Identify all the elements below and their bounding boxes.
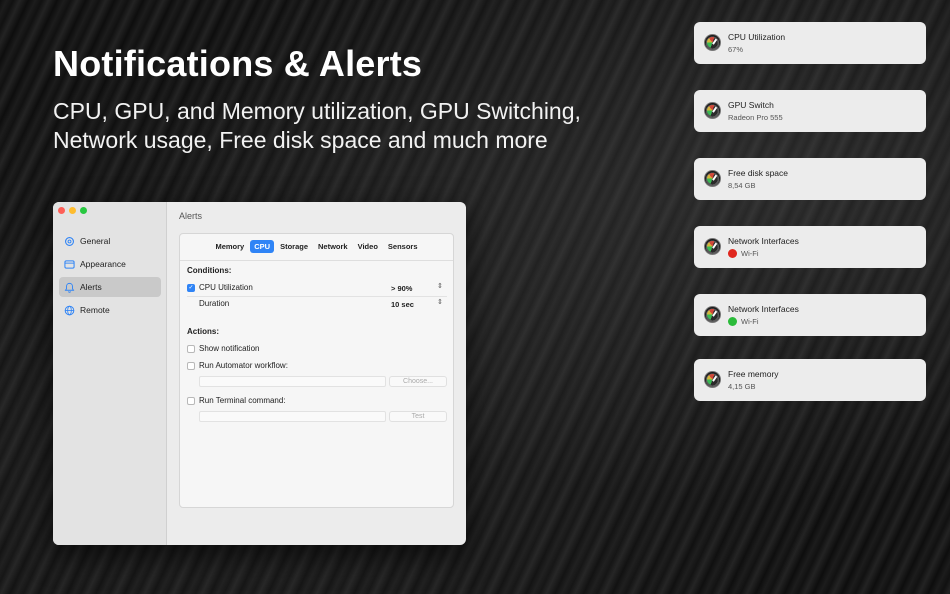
notification-value: Wi-Fi [728, 249, 759, 258]
notification-title: GPU Switch [728, 100, 774, 110]
notification-value-text: 4,15 GB [728, 382, 756, 391]
alerts-panel: Memory CPU Storage Network Video Sensors… [179, 233, 454, 508]
tab-video[interactable]: Video [354, 240, 382, 253]
cpu-utilization-label: CPU Utilization [199, 283, 253, 292]
sidebar-item-appearance[interactable]: Appearance [59, 254, 161, 274]
status-green-dot-icon [728, 317, 737, 326]
duration-stepper[interactable]: ⇕ [437, 298, 443, 306]
gauge-icon [704, 371, 721, 388]
hero-subtitle: CPU, GPU, and Memory utilization, GPU Sw… [53, 98, 581, 153]
category-tabs: Memory CPU Storage Network Video Sensors [180, 240, 453, 253]
appearance-icon [64, 259, 75, 269]
notification-value-text: Wi-Fi [741, 317, 759, 326]
tab-memory[interactable]: Memory [211, 240, 248, 253]
show-notification-checkbox[interactable] [187, 344, 195, 353]
zoom-button[interactable] [80, 207, 87, 214]
notification-free-disk-space[interactable]: Free disk space 8,54 GB [694, 158, 926, 200]
notification-value: 8,54 GB [728, 181, 756, 190]
bell-icon [64, 282, 75, 293]
hero-title: Notifications & Alerts [53, 43, 423, 84]
run-automator-checkbox[interactable] [187, 361, 195, 370]
notification-value-text: Wi-Fi [741, 249, 759, 258]
notification-value: Wi-Fi [728, 317, 759, 326]
show-notification-row[interactable]: Show notification [187, 344, 259, 353]
cpu-threshold-stepper[interactable]: ⇕ [437, 282, 443, 290]
status-red-dot-icon [728, 249, 737, 258]
cpu-utilization-row[interactable]: ✓ CPU Utilization [187, 283, 253, 292]
gauge-icon [704, 34, 721, 51]
notification-title: Network Interfaces [728, 236, 799, 246]
actions-heading: Actions: [187, 327, 219, 336]
run-terminal-label: Run Terminal command: [199, 396, 286, 405]
sidebar-item-general[interactable]: General [59, 231, 161, 251]
notification-free-memory[interactable]: Free memory 4,15 GB [694, 359, 926, 401]
cpu-utilization-checkbox[interactable]: ✓ [187, 283, 195, 292]
sidebar: General Appearance Alerts Remote [53, 202, 167, 545]
notification-value: 4,15 GB [728, 382, 756, 391]
notification-title: Free disk space [728, 168, 788, 178]
conditions-heading: Conditions: [187, 266, 232, 275]
duration-label: Duration [199, 299, 230, 308]
notification-network-up[interactable]: Network Interfaces Wi-Fi [694, 294, 926, 336]
run-terminal-checkbox[interactable] [187, 396, 195, 405]
sidebar-item-remote[interactable]: Remote [59, 300, 161, 320]
sidebar-item-label: General [80, 236, 111, 246]
notification-title: Free memory [728, 369, 779, 379]
globe-icon [64, 305, 75, 315]
notification-cpu-utilization[interactable]: CPU Utilization 67% [694, 22, 926, 64]
tab-storage[interactable]: Storage [276, 240, 312, 253]
close-button[interactable] [58, 207, 65, 214]
choose-button[interactable]: Choose... [389, 376, 447, 387]
alerts-window: General Appearance Alerts Remote Alerts … [53, 202, 466, 545]
notification-value-text: 67% [728, 45, 744, 54]
notification-gpu-switch[interactable]: GPU Switch Radeon Pro 555 [694, 90, 926, 132]
notification-value-text: 8,54 GB [728, 181, 756, 190]
run-terminal-row[interactable]: Run Terminal command: [187, 396, 286, 405]
notification-value: Radeon Pro 555 [728, 113, 783, 122]
gauge-icon [704, 102, 721, 119]
notification-title: Network Interfaces [728, 304, 799, 314]
notification-network-down[interactable]: Network Interfaces Wi-Fi [694, 226, 926, 268]
minimize-button[interactable] [69, 207, 76, 214]
notification-title: CPU Utilization [728, 32, 786, 42]
sidebar-item-label: Appearance [80, 259, 126, 269]
window-title: Alerts [179, 211, 203, 221]
sidebar-item-label: Alerts [80, 282, 102, 292]
window-controls [58, 207, 87, 214]
run-automator-label: Run Automator workflow: [199, 361, 288, 370]
tab-divider [180, 260, 453, 261]
terminal-command-field[interactable] [199, 411, 386, 422]
row-divider [187, 296, 447, 297]
gear-icon [65, 236, 74, 246]
cpu-threshold-value[interactable]: > 90% [391, 284, 412, 293]
sidebar-item-alerts[interactable]: Alerts [59, 277, 161, 297]
gauge-icon [704, 306, 721, 323]
duration-value[interactable]: 10 sec [391, 300, 414, 309]
automator-path-field[interactable] [199, 376, 386, 387]
gauge-icon [704, 170, 721, 187]
show-notification-label: Show notification [199, 344, 260, 353]
notification-value-text: Radeon Pro 555 [728, 113, 783, 122]
tab-sensors[interactable]: Sensors [384, 240, 422, 253]
tab-cpu[interactable]: CPU [250, 240, 275, 253]
tab-network[interactable]: Network [314, 240, 352, 253]
run-automator-row[interactable]: Run Automator workflow: [187, 361, 288, 370]
test-button[interactable]: Test [389, 411, 447, 422]
gauge-icon [704, 238, 721, 255]
notification-value: 67% [728, 45, 743, 54]
sidebar-item-label: Remote [80, 305, 110, 315]
